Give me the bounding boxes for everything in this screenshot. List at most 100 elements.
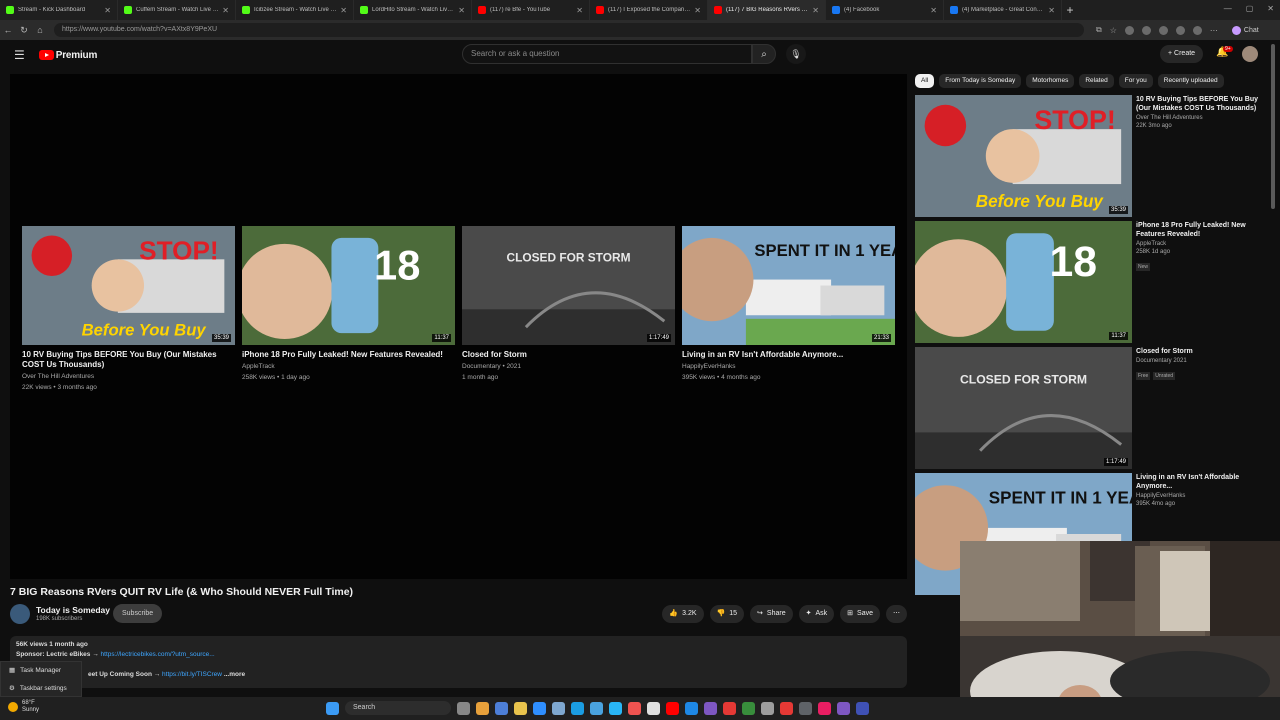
filter-chip[interactable]: For you (1118, 74, 1153, 88)
end-screen-title[interactable]: iPhone 18 Pro Fully Leaked! New Features… (242, 350, 455, 360)
more-actions-icon[interactable]: ⋯ (886, 605, 907, 623)
windows-start-icon[interactable] (326, 701, 339, 715)
taskbar-app-icon[interactable] (571, 701, 584, 715)
extension-icon[interactable] (1175, 25, 1185, 35)
taskbar-app-icon[interactable] (799, 701, 812, 715)
close-tab-icon[interactable]: ✕ (930, 6, 937, 15)
close-tab-icon[interactable]: ✕ (694, 6, 701, 15)
dislike-button[interactable]: 👎 15 (709, 605, 745, 623)
taskbar-app-icon[interactable] (495, 701, 508, 715)
end-screen-thumbnail[interactable]: 18 11:37 (242, 226, 455, 345)
close-tab-icon[interactable]: ✕ (576, 6, 583, 15)
end-screen-thumbnail[interactable]: CLOSED FOR STORM 1:17:49 (462, 226, 675, 345)
rec-title[interactable]: Closed for Storm (1136, 347, 1261, 356)
taskbar-search[interactable]: Search (345, 701, 451, 715)
taskbar-app-icon[interactable] (552, 701, 565, 715)
profile-avatar-icon[interactable] (1192, 25, 1202, 35)
rec-title[interactable]: Living in an RV Isn't Affordable Anymore… (1136, 473, 1261, 491)
taskbar-app-icon[interactable] (457, 701, 470, 715)
recommendation-item[interactable]: STOP! Before You Buy 35:39 10 RV Buying Ti… (915, 95, 1265, 221)
weather-widget[interactable]: 68°F Sunny (8, 700, 39, 714)
rec-title[interactable]: 10 RV Buying Tips BEFORE You Buy (Our Mi… (1136, 95, 1261, 113)
taskbar-app-icon[interactable] (666, 701, 679, 715)
end-screen-card[interactable]: SPENT IT IN 1 YEAR! 21:33 Living in an RV… (682, 226, 895, 392)
taskbar-app-icon[interactable] (685, 701, 698, 715)
browser-tab[interactable]: (4) Facebook ✕ (826, 0, 944, 20)
ask-button[interactable]: ✦ Ask (798, 605, 835, 623)
taskbar-app-icon[interactable] (628, 701, 641, 715)
new-tab-button[interactable]: + (1062, 2, 1078, 18)
sponsor-link[interactable]: https://lectricebikes.com/?utm_source... (101, 651, 215, 658)
taskbar-app-icon[interactable] (533, 701, 546, 715)
url-field[interactable]: https://www.youtube.com/watch?v=AXtx8Y9P… (54, 23, 1084, 37)
taskbar-app-icon[interactable] (723, 701, 736, 715)
rec-title[interactable]: iPhone 18 Pro Fully Leaked! New Features… (1136, 221, 1261, 239)
subscribe-button[interactable]: Subscribe (113, 604, 163, 623)
channel-name[interactable]: Today is Someday (36, 605, 110, 615)
browser-tab[interactable]: (117) re Bfe - YouTube ✕ (472, 0, 590, 20)
browser-tab[interactable]: (117) I Exposed the Company Spy ✕ (590, 0, 708, 20)
end-screen-thumbnail[interactable]: STOP! Before You Buy 35:39 (22, 226, 235, 345)
close-window-icon[interactable]: ✕ (1267, 4, 1274, 13)
end-screen-title[interactable]: Living in an RV Isn't Affordable Anymore… (682, 350, 895, 360)
recommendation-item[interactable]: 18 11:37 iPhone 18 Pro Fully Leaked! New … (915, 221, 1265, 347)
taskbar-app-icon[interactable] (780, 701, 793, 715)
end-screen-card[interactable]: 18 11:37 iPhone 18 Pro Fully Leaked! New … (242, 226, 455, 392)
reload-icon[interactable]: ↻ (16, 25, 32, 36)
share-button[interactable]: ↪ Share (750, 605, 793, 623)
taskbar-app-icon[interactable] (704, 701, 717, 715)
taskbar-app-icon[interactable] (761, 701, 774, 715)
maximize-icon[interactable]: ▢ (1246, 4, 1254, 13)
video-player[interactable]: STOP! Before You Buy 35:39 10 RV Buying Ti… (10, 74, 907, 579)
taskbar-settings-item[interactable]: ⚙ Taskbar settings (1, 680, 81, 698)
taskbar-app-icon[interactable] (514, 701, 527, 715)
end-screen-title[interactable]: Closed for Storm (462, 350, 675, 360)
filter-chip[interactable]: From Today is Someday (939, 74, 1022, 88)
meetup-link[interactable]: https://bit.ly/TISCrew (162, 671, 222, 678)
rec-thumbnail[interactable]: CLOSED FOR STORM 1:17:49 (915, 347, 1132, 469)
close-tab-icon[interactable]: ✕ (340, 6, 347, 15)
browser-tab[interactable]: Icibzee Stream - Watch Live on Ki ✕ (236, 0, 354, 20)
minimize-icon[interactable]: — (1224, 4, 1232, 13)
more-link[interactable]: ...more (224, 671, 245, 678)
youtube-logo[interactable]: Premium (38, 50, 97, 61)
browser-tab[interactable]: LordHito Stream - Watch Live on K ✕ (354, 0, 472, 20)
menu-dots-icon[interactable]: ⋯ (1210, 26, 1218, 35)
hamburger-menu-icon[interactable]: ☰ (14, 48, 25, 62)
browser-tab[interactable]: (4) Marketplace - Great Condition ✕ (944, 0, 1062, 20)
screenshot-icon[interactable]: ⧉ (1096, 25, 1102, 35)
create-button[interactable]: + Create (1160, 45, 1204, 63)
search-icon[interactable]: ⌕ (752, 44, 776, 64)
filter-chip[interactable]: Related (1079, 74, 1114, 88)
close-tab-icon[interactable]: ✕ (812, 6, 819, 15)
browser-tab[interactable]: Cuffem Stream - Watch Live on Ki ✕ (118, 0, 236, 20)
browser-tab[interactable]: Stream - Kick Dashboard ✕ (0, 0, 118, 20)
close-tab-icon[interactable]: ✕ (458, 6, 465, 15)
taskbar-app-icon[interactable] (609, 701, 622, 715)
taskbar-app-icon[interactable] (856, 701, 869, 715)
close-tab-icon[interactable]: ✕ (1048, 6, 1055, 15)
home-icon[interactable]: ⌂ (32, 25, 48, 35)
recommendation-item[interactable]: CLOSED FOR STORM 1:17:49 Closed for Storm… (915, 347, 1265, 473)
filter-chip[interactable]: Recently uploaded (1157, 74, 1224, 88)
bookmark-star-icon[interactable]: ☆ (1110, 26, 1117, 35)
close-tab-icon[interactable]: ✕ (222, 6, 229, 15)
taskbar-app-icon[interactable] (837, 701, 850, 715)
filter-chip[interactable]: All (915, 74, 935, 88)
browser-tab[interactable]: (117) 7 BIG Reasons RVers QUIT R✕ (708, 0, 826, 20)
save-button[interactable]: ⊞ Save (840, 605, 880, 623)
taskbar-app-icon[interactable] (476, 701, 489, 715)
account-avatar[interactable] (1242, 46, 1258, 62)
description-box[interactable]: 56K views 1 month ago Sponsor: Lectric e… (10, 636, 907, 688)
like-button[interactable]: 👍 3.2K (662, 605, 704, 623)
rec-thumbnail[interactable]: 18 11:37 (915, 221, 1132, 343)
filter-chip[interactable]: Motorhomes (1026, 74, 1075, 88)
close-tab-icon[interactable]: ✕ (104, 6, 111, 15)
taskbar-app-icon[interactable] (590, 701, 603, 715)
search-input[interactable]: Search or ask a question (462, 44, 752, 64)
taskbar-app-icon[interactable] (742, 701, 755, 715)
rec-thumbnail[interactable]: STOP! Before You Buy 35:39 (915, 95, 1132, 217)
task-manager-item[interactable]: ▦ Task Manager (1, 662, 81, 680)
end-screen-thumbnail[interactable]: SPENT IT IN 1 YEAR! 21:33 (682, 226, 895, 345)
page-scrollbar[interactable] (1271, 44, 1275, 209)
